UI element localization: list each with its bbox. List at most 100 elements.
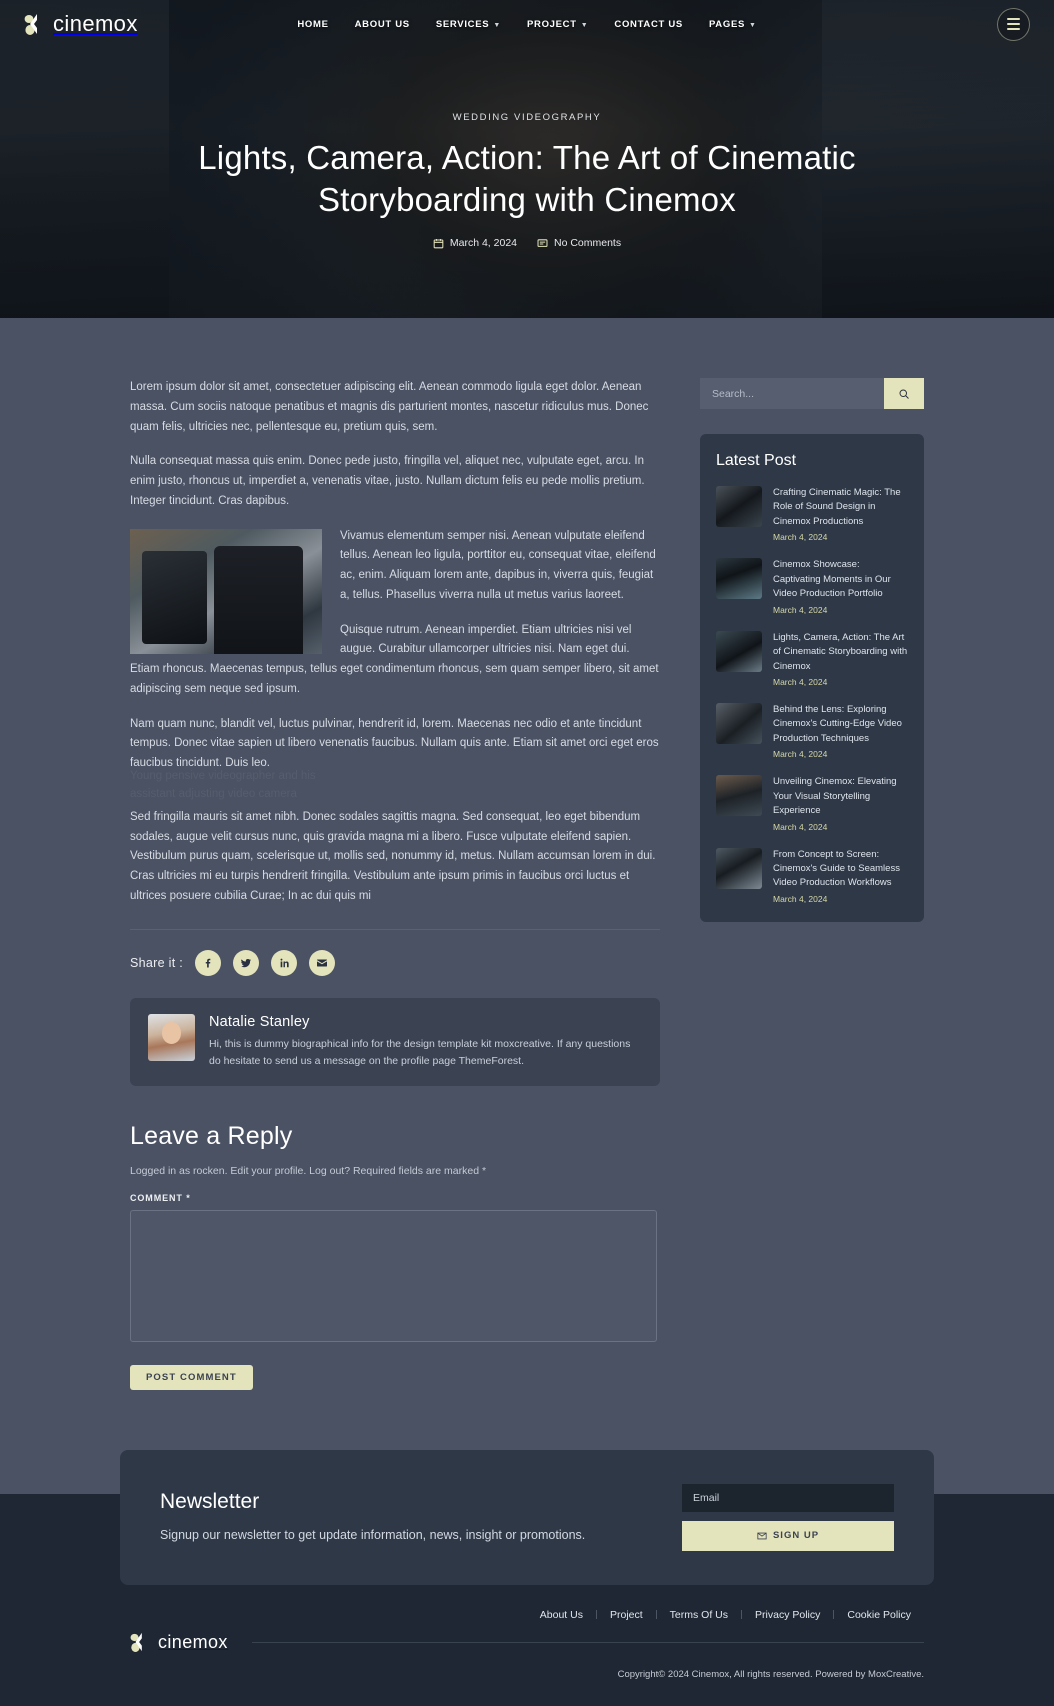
post-date: March 4, 2024: [773, 532, 828, 543]
article-paragraph: Nulla consequat massa quis enim. Donec p…: [130, 455, 645, 507]
hero-banner: cinemox HOME ABOUT US SERVICES ▼ PROJECT ▼…: [0, 0, 1054, 318]
footer-link-cookie-policy[interactable]: Cookie Policy: [834, 1609, 924, 1621]
footer-zone: Newsletter Signup our newsletter to get …: [0, 1449, 1054, 1706]
post-date: March 4, 2024: [773, 604, 828, 615]
nav-item-project[interactable]: PROJECT ▼: [527, 19, 588, 30]
post-title: Crafting Cinematic Magic: The Role of So…: [773, 487, 901, 527]
page-title: Lights, Camera, Action: The Art of Cinem…: [198, 139, 856, 219]
post-title: From Concept to Screen: Cinemox's Guide …: [773, 848, 900, 889]
post-thumbnail: [716, 702, 762, 744]
newsletter-description: Signup our newsletter to get update info…: [160, 1527, 586, 1542]
list-item[interactable]: From Concept to Screen: Cinemox's Guide …: [716, 847, 908, 904]
twitter-icon[interactable]: [233, 949, 260, 976]
post-thumbnail: [716, 486, 762, 527]
nav-item-services[interactable]: SERVICES ▼: [436, 19, 501, 30]
hamburger-icon[interactable]: [997, 7, 1030, 41]
footer-logo[interactable]: cinemox: [130, 1631, 228, 1655]
share-label: Share it :: [130, 955, 184, 970]
nav-label: PROJECT: [526, 18, 577, 30]
nav-label: PAGES: [708, 18, 746, 30]
post-thumbnail: [716, 558, 762, 600]
post-date: March 4, 2024: [773, 749, 828, 760]
latest-post-panel: Latest Post Crafting Cinematic Magic: Th…: [700, 434, 924, 922]
comment-input[interactable]: [130, 1209, 657, 1342]
main-menu: HOME ABOUT US SERVICES ▼ PROJECT ▼ CONTACT…: [0, 19, 1054, 30]
list-item[interactable]: Behind the Lens: Exploring Cinemox's Cut…: [716, 702, 908, 760]
facebook-icon[interactable]: [195, 949, 222, 976]
article-paragraph: Sed fringilla mauris sit amet nibh. Done…: [130, 810, 656, 902]
footer-divider: [251, 1642, 924, 1644]
comment-icon: [537, 239, 548, 247]
post-thumbnail: [716, 847, 762, 889]
list-item[interactable]: Cinemox Showcase: Captivating Moments in…: [716, 558, 908, 615]
calendar-icon: [433, 238, 444, 249]
logo-mark-icon: [130, 1631, 152, 1655]
chevron-down-icon: ▼: [749, 21, 757, 29]
reply-heading: Leave a Reply: [130, 1121, 293, 1150]
post-date: March 4, 2024: [773, 676, 828, 687]
share-section: Share it :: [130, 930, 660, 998]
nav-label: SERVICES: [435, 18, 490, 30]
sidebar: Latest Post Crafting Cinematic Magic: Th…: [700, 378, 924, 922]
list-item[interactable]: Unveiling Cinemox: Elevating Your Visual…: [716, 775, 908, 832]
comment-label: COMMENT *: [130, 1192, 191, 1203]
post-title: Cinemox Showcase: Captivating Moments in…: [773, 559, 891, 600]
list-item[interactable]: Lights, Camera, Action: The Art of Cinem…: [716, 630, 908, 687]
post-thumbnail: [716, 775, 762, 817]
chevron-down-icon: ▼: [493, 21, 501, 29]
author-box: Natalie Stanley Hi, this is dummy biogra…: [130, 997, 660, 1086]
nav-label: CONTACT US: [614, 18, 683, 30]
newsletter-text: Newsletter Signup our newsletter to get …: [160, 1490, 585, 1545]
footer-link-terms-of-us[interactable]: Terms Of Us: [657, 1609, 741, 1621]
post-title: Behind the Lens: Exploring Cinemox's Cut…: [773, 703, 902, 744]
search-box: [700, 378, 924, 409]
post-date: March 4, 2024: [433, 237, 517, 249]
post-comments: No Comments: [537, 237, 621, 249]
logged-in-notice: Logged in as rocken. Edit your profile. …: [130, 1164, 487, 1177]
newsletter-title: Newsletter: [160, 1489, 260, 1513]
list-item[interactable]: Crafting Cinematic Magic: The Role of So…: [716, 486, 908, 542]
footer-links: About Us Project Terms Of Us Privacy Pol…: [130, 1609, 924, 1621]
footer-link-about-us[interactable]: About Us: [527, 1609, 596, 1621]
chevron-down-icon: ▼: [580, 21, 589, 29]
nav-item-pages[interactable]: PAGES ▼: [709, 19, 757, 30]
footer-logo-text: cinemox: [158, 1632, 228, 1653]
post-title: Unveiling Cinemox: Elevating Your Visual…: [773, 776, 897, 817]
newsletter-form: SIGN UP: [682, 1483, 894, 1551]
nav-item-contact-us[interactable]: CONTACT US: [614, 19, 683, 30]
nav-label: HOME: [297, 18, 329, 30]
search-button[interactable]: [884, 378, 924, 409]
author-name: Natalie Stanley: [209, 1013, 310, 1030]
footer-link-project[interactable]: Project: [597, 1609, 656, 1621]
newsletter-email-input[interactable]: [682, 1483, 894, 1512]
article-paragraph: Nam quam nunc, blandit vel, luctus pulvi…: [130, 717, 659, 770]
avatar: [148, 1013, 195, 1061]
article-image: [130, 528, 322, 654]
post-comment-button[interactable]: POST COMMENT: [130, 1364, 253, 1390]
post-meta: March 4, 2024 No Comments: [0, 237, 1054, 249]
linkedin-icon[interactable]: [271, 949, 298, 976]
nav-label: ABOUT US: [354, 18, 410, 30]
post-date: March 4, 2024: [773, 821, 828, 832]
post-date-text: March 4, 2024: [449, 237, 517, 250]
top-navigation-bar: cinemox HOME ABOUT US SERVICES ▼ PROJECT ▼…: [0, 0, 1054, 48]
hamburger-line: [1007, 28, 1020, 30]
nav-item-home[interactable]: HOME: [297, 19, 328, 30]
author-bio: Hi, this is dummy biographical info for …: [209, 1037, 631, 1067]
search-icon: [899, 389, 909, 399]
article-paragraph: Lorem ipsum dolor sit amet, consectetuer…: [130, 381, 649, 433]
content-wrapper: Lorem ipsum dolor sit amet, consectetuer…: [0, 318, 1054, 1390]
nav-item-about-us[interactable]: ABOUT US: [355, 19, 410, 30]
image-caption: Young pensive videographer and his assis…: [130, 770, 316, 801]
email-icon[interactable]: [309, 949, 336, 976]
latest-post-title: Latest Post: [716, 452, 797, 469]
footer-logo-row: cinemox: [130, 1631, 924, 1655]
article-column: Lorem ipsum dolor sit amet, consectetuer…: [130, 378, 660, 1390]
site-footer: About Us Project Terms Of Us Privacy Pol…: [0, 1585, 1054, 1706]
search-input[interactable]: [700, 378, 884, 409]
footer-link-privacy-policy[interactable]: Privacy Policy: [742, 1609, 833, 1621]
post-category: WEDDING VIDEOGRAPHY: [452, 112, 602, 123]
post-comments-text: No Comments: [554, 237, 622, 250]
post-thumbnail: [716, 630, 762, 672]
newsletter-section: Newsletter Signup our newsletter to get …: [120, 1449, 934, 1585]
